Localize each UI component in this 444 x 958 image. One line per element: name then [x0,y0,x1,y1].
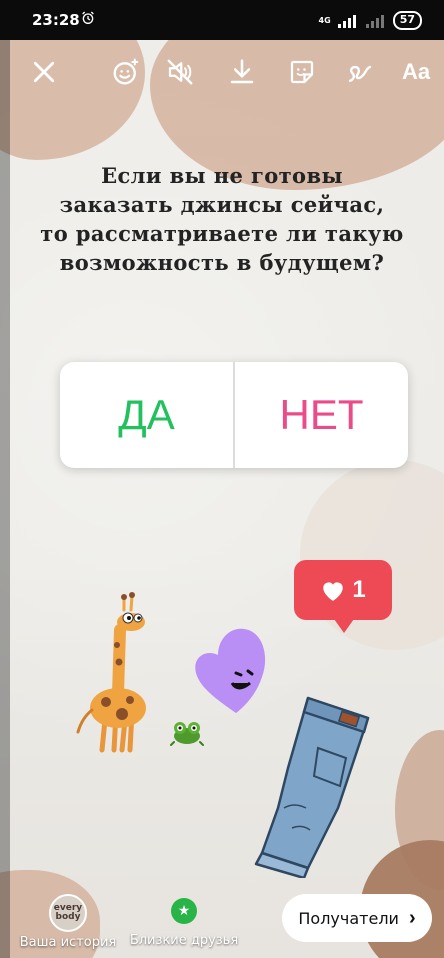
draw-squiggle-icon [348,65,372,82]
close-icon [33,61,55,83]
status-signals: 4G 57 [319,11,422,30]
your-story-button[interactable]: every body Ваша история [18,894,118,950]
poll-option-yes[interactable]: ДА [60,362,233,468]
battery-indicator: 57 [392,11,422,30]
story-canvas[interactable]: Aa Если вы не готовы заказать джинсы сей… [0,40,444,958]
story-question-text[interactable]: Если вы не готовы заказать джинсы сейчас… [20,162,424,278]
editor-toolbar: Aa [0,44,444,104]
bottom-share-bar: every body Ваша история ★ Близкие друзья… [0,888,444,958]
status-time: 23:28 [32,11,80,29]
close-button[interactable] [26,54,62,90]
recipients-button[interactable]: Получатели › [282,894,432,942]
sticker-button[interactable] [284,54,320,90]
effects-button[interactable] [108,54,144,90]
draw-button[interactable] [342,54,378,90]
network-4g-label: 4G [318,16,331,25]
jeans-sticker[interactable] [248,688,388,878]
poll-sticker[interactable]: ДА НЕТ [60,362,408,468]
avatar: every body [49,894,87,932]
star-icon: ★ [171,898,197,924]
close-friends-button[interactable]: ★ Близкие друзья [128,894,240,948]
poll-option-no[interactable]: НЕТ [235,362,408,468]
recipients-label: Получатели [298,908,399,928]
sticker-icon [290,60,314,84]
like-count: 1 [352,576,366,603]
avatar-logo-text: every body [53,903,83,922]
mute-icon [167,59,193,85]
download-button[interactable] [224,54,260,90]
like-counter-sticker[interactable]: 1 [294,560,392,633]
close-friends-label: Близкие друзья [129,933,239,948]
frog-sticker[interactable] [170,720,204,746]
giraffe-sticker[interactable] [68,590,158,760]
alarm-icon [82,11,94,24]
status-bar: 23:28 4G 57 [0,0,444,40]
chevron-right-icon: › [408,906,416,929]
your-story-label: Ваша история [19,935,117,950]
heart-icon [323,582,344,601]
cell-signal-icon [337,14,356,28]
face-effects-icon [113,58,139,85]
left-shadow [0,40,10,958]
mute-button[interactable] [162,54,198,90]
cell-signal-2-icon [365,14,384,28]
download-icon [230,59,254,84]
text-tool-button[interactable]: Aa [398,54,434,90]
